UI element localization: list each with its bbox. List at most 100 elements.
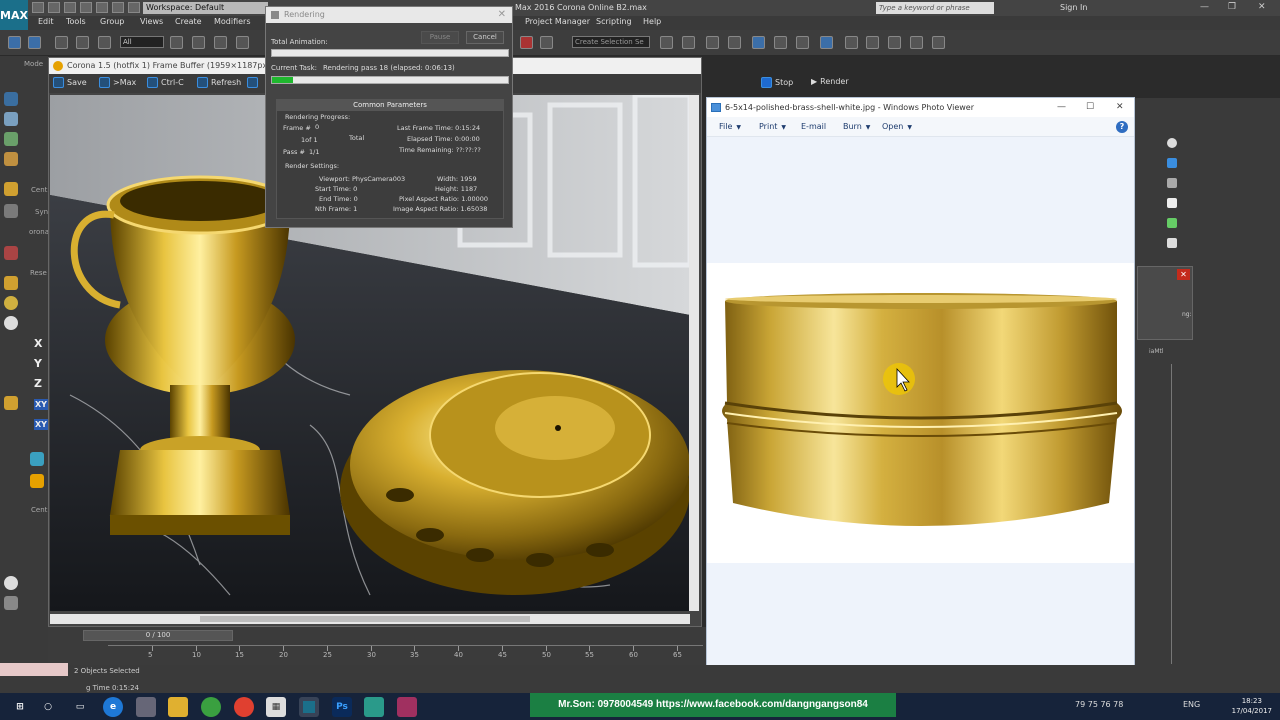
rendered-frame-window-icon[interactable]: [845, 36, 858, 49]
app-logo[interactable]: MAX: [0, 0, 28, 30]
circle-icon[interactable]: [4, 316, 18, 330]
maximize-viewport-icon[interactable]: [4, 596, 18, 610]
new-file-icon[interactable]: [32, 2, 44, 13]
close-x-button[interactable]: [247, 77, 258, 88]
chrome-icon[interactable]: [234, 697, 254, 717]
teapot-icon[interactable]: [888, 36, 901, 49]
settings-icon[interactable]: [128, 2, 140, 13]
helper-icon[interactable]: [4, 204, 18, 218]
language-indicator[interactable]: ENG: [1183, 700, 1200, 709]
axis-z-label[interactable]: Z: [34, 377, 42, 390]
close-icon[interactable]: ✕: [1116, 98, 1124, 117]
selection-filter-dropdown[interactable]: All: [120, 36, 164, 48]
project-folder-icon[interactable]: [112, 2, 124, 13]
sun-positioner-icon[interactable]: [4, 396, 18, 410]
workspace-dropdown[interactable]: Workspace: Default: [143, 2, 268, 14]
sphere-icon[interactable]: [4, 296, 18, 310]
cancel-button[interactable]: Cancel: [466, 31, 504, 44]
bind-space-warp-icon[interactable]: [98, 36, 111, 49]
photoshop-icon[interactable]: Ps: [332, 697, 352, 717]
rendering-close-icon[interactable]: ✕: [498, 7, 506, 23]
maximize-icon[interactable]: ❐: [1228, 2, 1236, 12]
start-icon[interactable]: ⊞: [10, 697, 30, 717]
maximize-icon[interactable]: ☐: [1086, 98, 1094, 117]
modify-icon[interactable]: [1167, 158, 1177, 168]
refresh-button[interactable]: Refresh: [197, 77, 241, 88]
file-explorer-icon[interactable]: [168, 697, 188, 717]
teapot-activeshade-icon[interactable]: [932, 36, 945, 49]
time-slider[interactable]: 0 / 100: [83, 630, 233, 641]
menu-tools[interactable]: Tools: [66, 17, 86, 26]
close-icon[interactable]: ✕: [1258, 2, 1266, 12]
display-icon[interactable]: [1167, 218, 1177, 228]
rotate-icon[interactable]: [4, 132, 18, 146]
clock[interactable]: 18:23 17/04/2017: [1232, 696, 1272, 716]
menu-views[interactable]: Views: [140, 17, 163, 26]
menu-burn[interactable]: Burn ▼: [843, 122, 870, 131]
menu-open[interactable]: Open ▼: [882, 122, 912, 131]
toggle-ribbon-icon[interactable]: [728, 36, 741, 49]
axis-xy-label[interactable]: XY: [34, 399, 48, 410]
mirror-icon[interactable]: [660, 36, 673, 49]
rectangle-selection-icon[interactable]: [214, 36, 227, 49]
corona-toolbar-icon[interactable]: [30, 474, 44, 488]
scrollbar-thumb[interactable]: [200, 616, 530, 622]
material-editor-icon[interactable]: [796, 36, 809, 49]
floating-close-icon[interactable]: ✕: [1177, 269, 1190, 280]
layer-manager-icon[interactable]: [706, 36, 719, 49]
search-icon[interactable]: ○: [38, 697, 58, 717]
menu-email[interactable]: E-mail: [801, 122, 826, 131]
help-icon[interactable]: ?: [1116, 121, 1128, 133]
menu-print[interactable]: Print ▼: [759, 122, 786, 131]
task-view-icon[interactable]: ▭: [70, 697, 90, 717]
move-icon[interactable]: [4, 112, 18, 126]
stop-button[interactable]: Stop: [761, 77, 793, 88]
common-parameters-header[interactable]: Common Parameters: [277, 100, 503, 111]
sun-icon[interactable]: [4, 276, 18, 290]
light-icon[interactable]: [4, 182, 18, 196]
render-button[interactable]: ▶ Render: [811, 77, 849, 86]
utilities-icon[interactable]: [1167, 238, 1177, 248]
link-icon[interactable]: [55, 36, 68, 49]
search-input[interactable]: Type a keyword or phrase: [876, 2, 994, 14]
copy-button[interactable]: Ctrl-C: [147, 77, 184, 88]
motion-icon[interactable]: [1167, 198, 1177, 208]
teapot-iterative-icon[interactable]: [910, 36, 923, 49]
menu-help[interactable]: Help: [643, 17, 661, 26]
save-button[interactable]: Save: [53, 77, 87, 88]
to-max-button[interactable]: >Max: [99, 77, 136, 88]
app-icon[interactable]: [136, 697, 156, 717]
menu-project-manager[interactable]: Project Manager: [525, 17, 590, 26]
save-file-icon[interactable]: [64, 2, 76, 13]
minimize-icon[interactable]: —: [1200, 2, 1209, 12]
menu-group[interactable]: Group: [100, 17, 124, 26]
edge-icon[interactable]: e: [103, 697, 123, 717]
axis-x-label[interactable]: X: [34, 337, 42, 350]
app-icon-3[interactable]: [397, 697, 417, 717]
vfb-vertical-scrollbar[interactable]: [689, 95, 699, 611]
window-crossing-icon[interactable]: [236, 36, 249, 49]
coccoc-icon[interactable]: [201, 697, 221, 717]
undo-icon[interactable]: [80, 2, 92, 13]
pause-button[interactable]: Pause: [421, 31, 459, 44]
render-setup-icon[interactable]: [820, 36, 833, 49]
percent-snap-icon[interactable]: [540, 36, 553, 49]
align-icon[interactable]: [682, 36, 695, 49]
redo-icon[interactable]: [96, 2, 108, 13]
menu-scripting[interactable]: Scripting: [596, 17, 632, 26]
axis-y-label[interactable]: Y: [34, 357, 42, 370]
magnet-icon[interactable]: [520, 36, 533, 49]
create-icon[interactable]: [1167, 138, 1177, 148]
menu-edit[interactable]: Edit: [38, 17, 54, 26]
minimize-icon[interactable]: —: [1057, 98, 1066, 117]
menu-create[interactable]: Create: [175, 17, 202, 26]
open-file-icon[interactable]: [48, 2, 60, 13]
unlink-icon[interactable]: [76, 36, 89, 49]
menu-file[interactable]: File ▼: [719, 122, 741, 131]
track-bar[interactable]: 5 10 15 20 25 30 35 40 45 50 55 60 65: [108, 645, 703, 660]
axis-xy2-label[interactable]: XY: [34, 419, 48, 430]
scale-icon[interactable]: [4, 152, 18, 166]
named-selection-dropdown[interactable]: Create Selection Se: [572, 36, 650, 48]
select-by-name-icon[interactable]: [192, 36, 205, 49]
select-object-icon[interactable]: [170, 36, 183, 49]
